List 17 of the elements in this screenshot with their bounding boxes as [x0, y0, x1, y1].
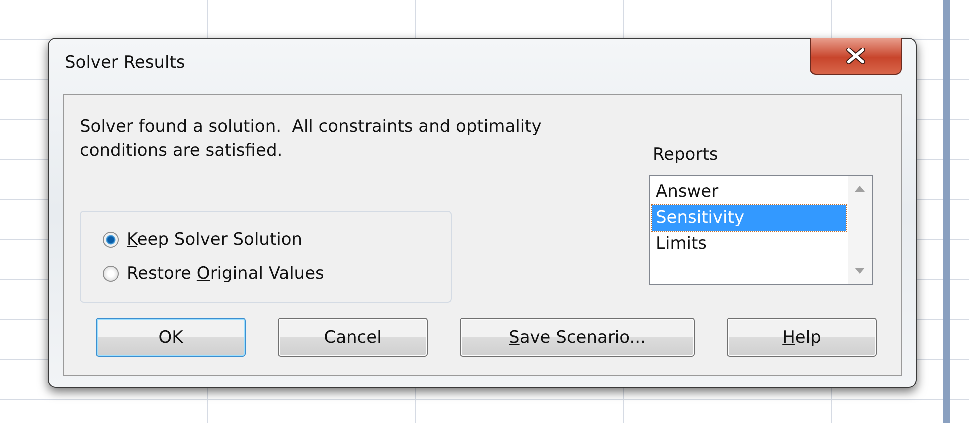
- dialog-button[interactable]: Help: [727, 318, 877, 357]
- dialog-button[interactable]: Cancel: [278, 318, 428, 357]
- list-item[interactable]: Limits: [652, 231, 846, 257]
- close-button[interactable]: [810, 38, 902, 75]
- scrollbar[interactable]: [848, 176, 872, 284]
- dialog-button[interactable]: Save Scenario...: [460, 318, 695, 357]
- reports-list[interactable]: Answer Sensitivity Limits: [649, 175, 873, 285]
- radio-option[interactable]: Restore Original Values: [103, 264, 451, 284]
- reports-label: Reports: [653, 145, 720, 165]
- dialog-button[interactable]: OK: [96, 318, 246, 357]
- radio-option[interactable]: Keep Solver Solution: [103, 230, 451, 250]
- list-item[interactable]: Answer: [652, 179, 846, 205]
- scroll-down-icon: [855, 268, 865, 274]
- result-message: Solver found a solution. All constraints and optimality conditions are satisfied.: [80, 116, 543, 163]
- close-icon: [846, 48, 866, 64]
- window-title: Solver Results: [65, 53, 186, 73]
- scroll-up-icon: [855, 186, 865, 192]
